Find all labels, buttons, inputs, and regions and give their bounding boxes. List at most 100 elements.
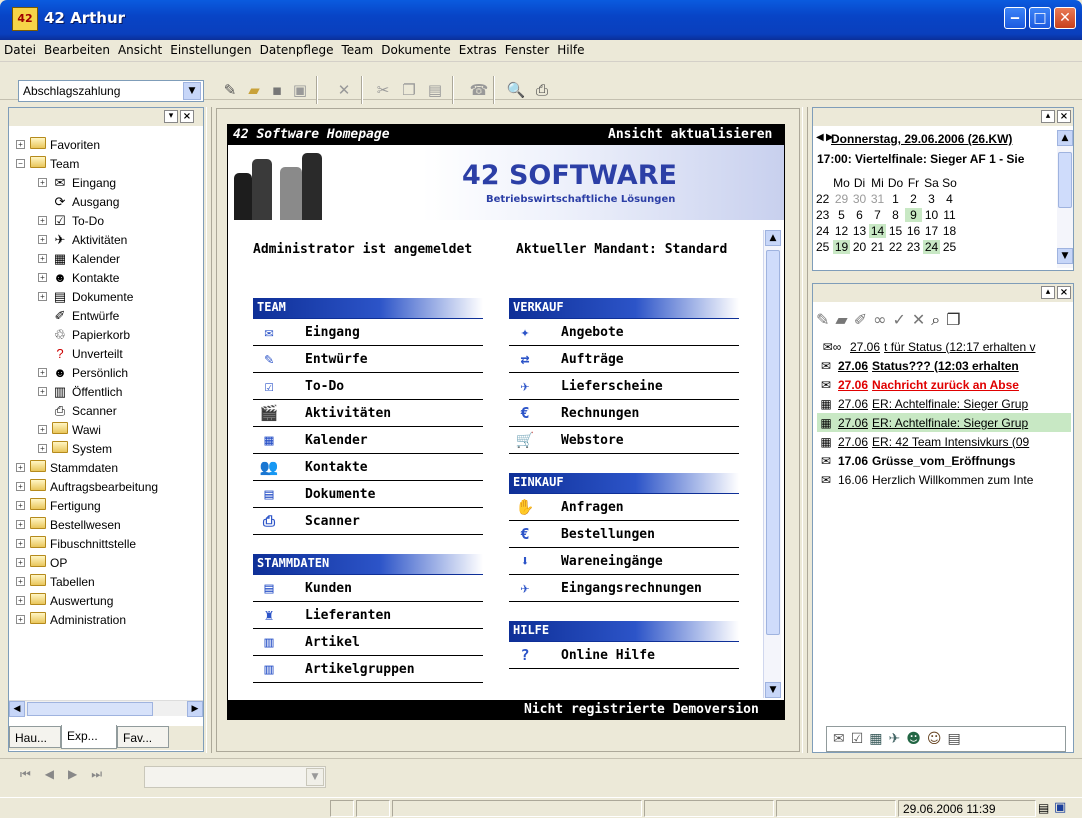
message-item[interactable]: ▦ 27.06 ER: Achtelfinale: Sieger Grup [817,394,1071,413]
new-document-icon[interactable]: ✎ [219,79,241,101]
cut-icon[interactable]: ✂ [372,79,394,101]
menu-datei[interactable]: Datei [0,40,40,57]
expand-toggle-icon[interactable]: + [38,178,47,187]
calendar-day[interactable]: 29 [833,192,850,206]
document-type-select[interactable]: Abschlagszahlung [18,80,204,102]
calendar-day[interactable]: 16 [905,224,922,238]
calendar-day[interactable]: 20 [851,240,868,254]
monitor-icon[interactable]: ▣ [1054,800,1066,815]
homepage-link-item[interactable]: ⇄ Aufträge [509,346,739,373]
expand-toggle-icon[interactable]: + [16,596,25,605]
close-panel-icon[interactable]: × [1057,286,1071,299]
right-splitter[interactable] [802,107,808,753]
tab-favoriten[interactable]: Fav... [117,726,169,748]
grid-status-icon[interactable]: ▤ [1038,801,1049,815]
tree-item[interactable]: ⟳ Ausgang [16,192,202,211]
calendar-day[interactable]: 24 [923,240,940,254]
expand-toggle-icon[interactable]: + [16,482,25,491]
calendar-day[interactable]: 19 [833,240,850,254]
calendar-day[interactable]: 5 [833,208,850,222]
expand-toggle-icon[interactable]: + [38,444,47,453]
tree-item[interactable]: + ☻ Persönlich [16,363,202,382]
message-item[interactable]: ✉ 27.06 Nachricht zurück an Abse [817,375,1071,394]
delete-icon[interactable]: ✕ [333,79,355,101]
calendar-day[interactable]: 4 [941,192,958,206]
message-item[interactable]: ✉ 17.06 Grüsse_vom_Eröffnungs [817,451,1071,470]
tree-item[interactable]: + Stammdaten [16,458,202,477]
delete-icon[interactable]: ✕ [912,310,931,329]
print-preview-icon[interactable]: 🔍 [505,79,527,101]
expand-toggle-icon[interactable]: + [38,216,47,225]
menu-bearbeiten[interactable]: Bearbeiten [40,40,114,57]
homepage-link-item[interactable]: € Rechnungen [509,400,739,427]
tree-item[interactable]: + Favoriten [16,135,202,154]
calendar-day[interactable]: 25 [941,240,958,254]
record-nav-buttons[interactable]: ⏮◀▶⏭ [20,767,116,782]
calendar-day[interactable]: 21 [869,240,886,254]
tree-item[interactable]: + ✉ Eingang [16,173,202,192]
phone-icon[interactable]: ☎ [468,79,490,101]
pin-icon[interactable]: ▴ [1041,110,1055,123]
homepage-link-item[interactable]: ✈ Eingangsrechnungen [509,575,739,602]
save-all-icon[interactable]: ▣ [289,79,311,101]
menu-ansicht[interactable]: Ansicht [114,40,166,57]
calendar-day[interactable]: 7 [869,208,886,222]
pin-icon[interactable]: ▴ [1041,286,1055,299]
check-icon[interactable]: ✓ [892,310,911,329]
calendar-day[interactable]: 1 [887,192,904,206]
calendar-day[interactable]: 31 [869,192,886,206]
calendar-day[interactable]: 11 [941,208,958,222]
homepage-link-item[interactable]: 👥 Kontakte [253,454,483,481]
calendar-day[interactable]: 15 [887,224,904,238]
calendar-day[interactable]: 23 [905,240,922,254]
tree-item[interactable]: + Fertigung [16,496,202,515]
homepage-link-item[interactable]: ▥ Artikelgruppen [253,656,483,683]
homepage-link-item[interactable]: 🛒 Webstore [509,427,739,454]
homepage-link-item[interactable]: ▤ Kunden [253,575,483,602]
homepage-link-item[interactable]: 🎬 Aktivitäten [253,400,483,427]
calendar-day[interactable]: 14 [869,224,886,238]
pin-icon[interactable]: ▾ [164,110,178,123]
open-folder-icon[interactable]: ▰ [243,79,265,101]
expand-toggle-icon[interactable]: + [38,292,47,301]
copy-icon[interactable]: ❐ [946,310,966,329]
record-select[interactable] [144,766,326,788]
tree-item[interactable]: + ☑ To-Do [16,211,202,230]
homepage-link-item[interactable]: ⎙ Scanner [253,508,483,535]
left-splitter[interactable] [206,107,212,753]
search-icon[interactable]: ⌕ [931,310,946,329]
expand-toggle-icon[interactable]: + [16,558,25,567]
tree-item[interactable]: ✐ Entwürfe [16,306,202,325]
tree-item[interactable]: + Auswertung [16,591,202,610]
vertical-scrollbar[interactable]: ▲ ▼ [763,230,781,698]
tree-item[interactable]: + OP [16,553,202,572]
tree-item[interactable]: + Wawi [16,420,202,439]
menu-team[interactable]: Team [337,40,377,57]
calendar-day[interactable]: 3 [923,192,940,206]
tree-item[interactable]: ♲ Papierkorb [16,325,202,344]
calendar-day[interactable]: 18 [941,224,958,238]
close-button[interactable]: ✕ [1054,7,1076,29]
users-tab-icon[interactable]: ☺ [927,731,942,747]
expand-toggle-icon[interactable]: + [16,501,25,510]
tree-item[interactable]: + ▤ Dokumente [16,287,202,306]
menu-fenster[interactable]: Fenster [501,40,554,57]
tree-item[interactable]: + Auftragsbearbeitung [16,477,202,496]
calendar-date-title[interactable]: Donnerstag, 29.06.2006 (26.KW) [831,132,1012,146]
previous-day-icon[interactable]: ◀ [816,132,824,143]
expand-toggle-icon[interactable]: + [38,387,47,396]
expand-toggle-icon[interactable]: + [16,577,25,586]
maximize-button[interactable]: □ [1029,7,1051,29]
todo-tab-icon[interactable]: ☑ [851,731,864,747]
homepage-link-item[interactable]: ☑ To-Do [253,373,483,400]
documents-tab-icon[interactable]: ▤ [947,731,960,747]
homepage-link-item[interactable]: ✦ Angebote [509,319,739,346]
title-bar[interactable] [0,0,1082,40]
menu-einstellungen[interactable]: Einstellungen [166,40,255,57]
homepage-link-item[interactable]: ▦ Kalender [253,427,483,454]
calendar-day[interactable]: 22 [887,240,904,254]
homepage-link-item[interactable]: ✋ Anfragen [509,494,739,521]
calendar-day[interactable]: 8 [887,208,904,222]
tree-item[interactable]: − Team [16,154,202,173]
expand-toggle-icon[interactable]: + [38,368,47,377]
